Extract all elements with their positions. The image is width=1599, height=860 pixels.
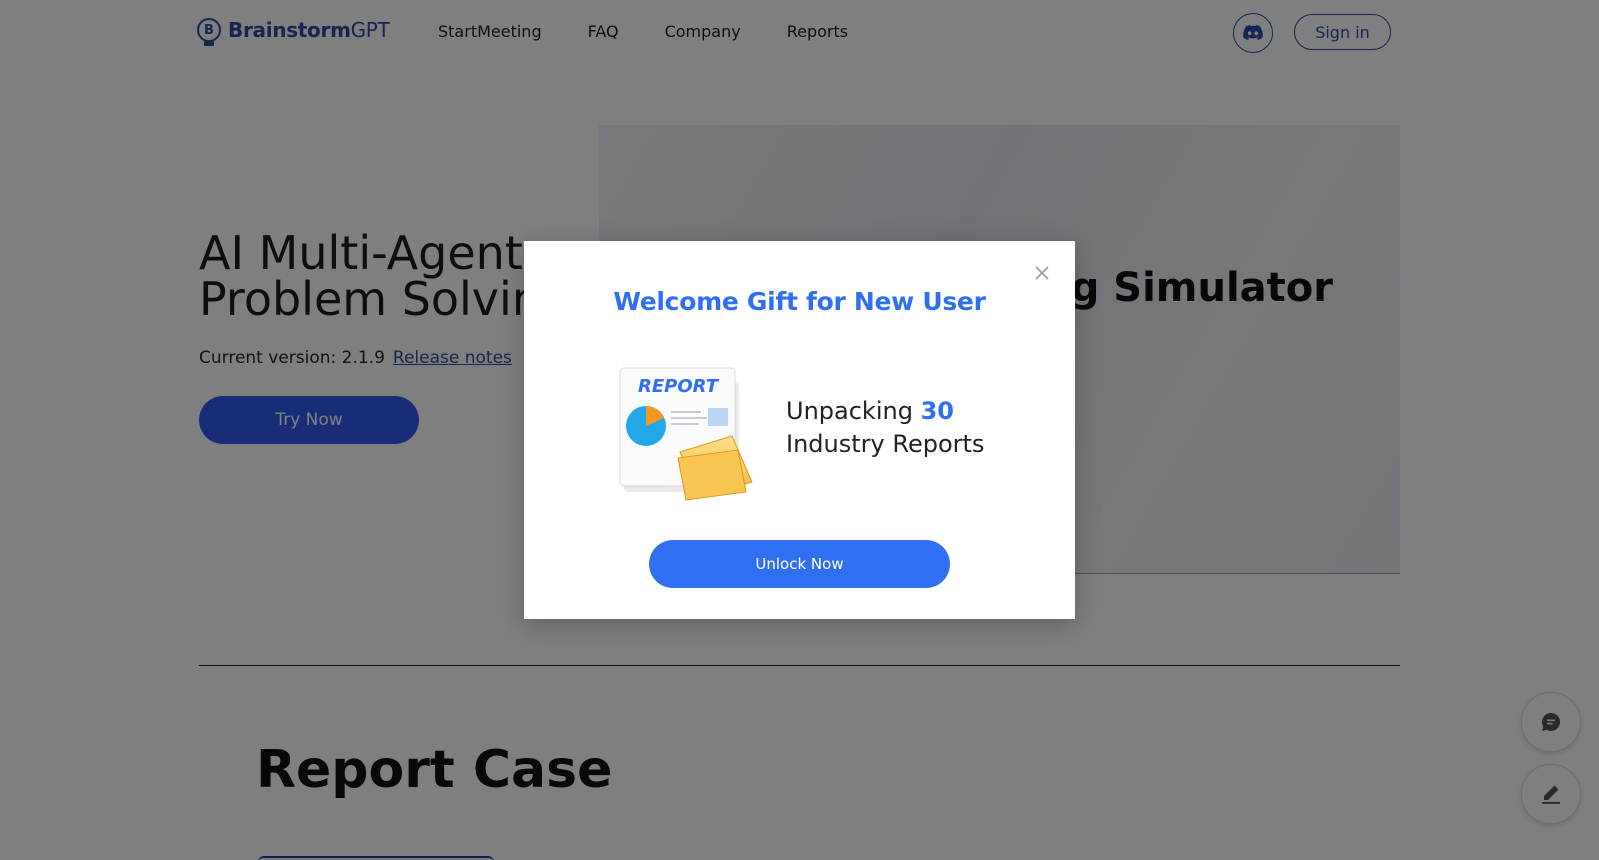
svg-text:REPORT: REPORT bbox=[638, 376, 720, 397]
report-count: 30 bbox=[920, 397, 954, 425]
modal-offer-text: Unpacking 30 Industry Reports bbox=[786, 397, 985, 458]
unlock-now-button[interactable]: Unlock Now bbox=[649, 540, 950, 588]
modal-title: Welcome Gift for New User bbox=[613, 287, 986, 316]
close-icon[interactable] bbox=[1033, 264, 1051, 282]
report-folder-illustration: REPORT bbox=[619, 367, 753, 501]
